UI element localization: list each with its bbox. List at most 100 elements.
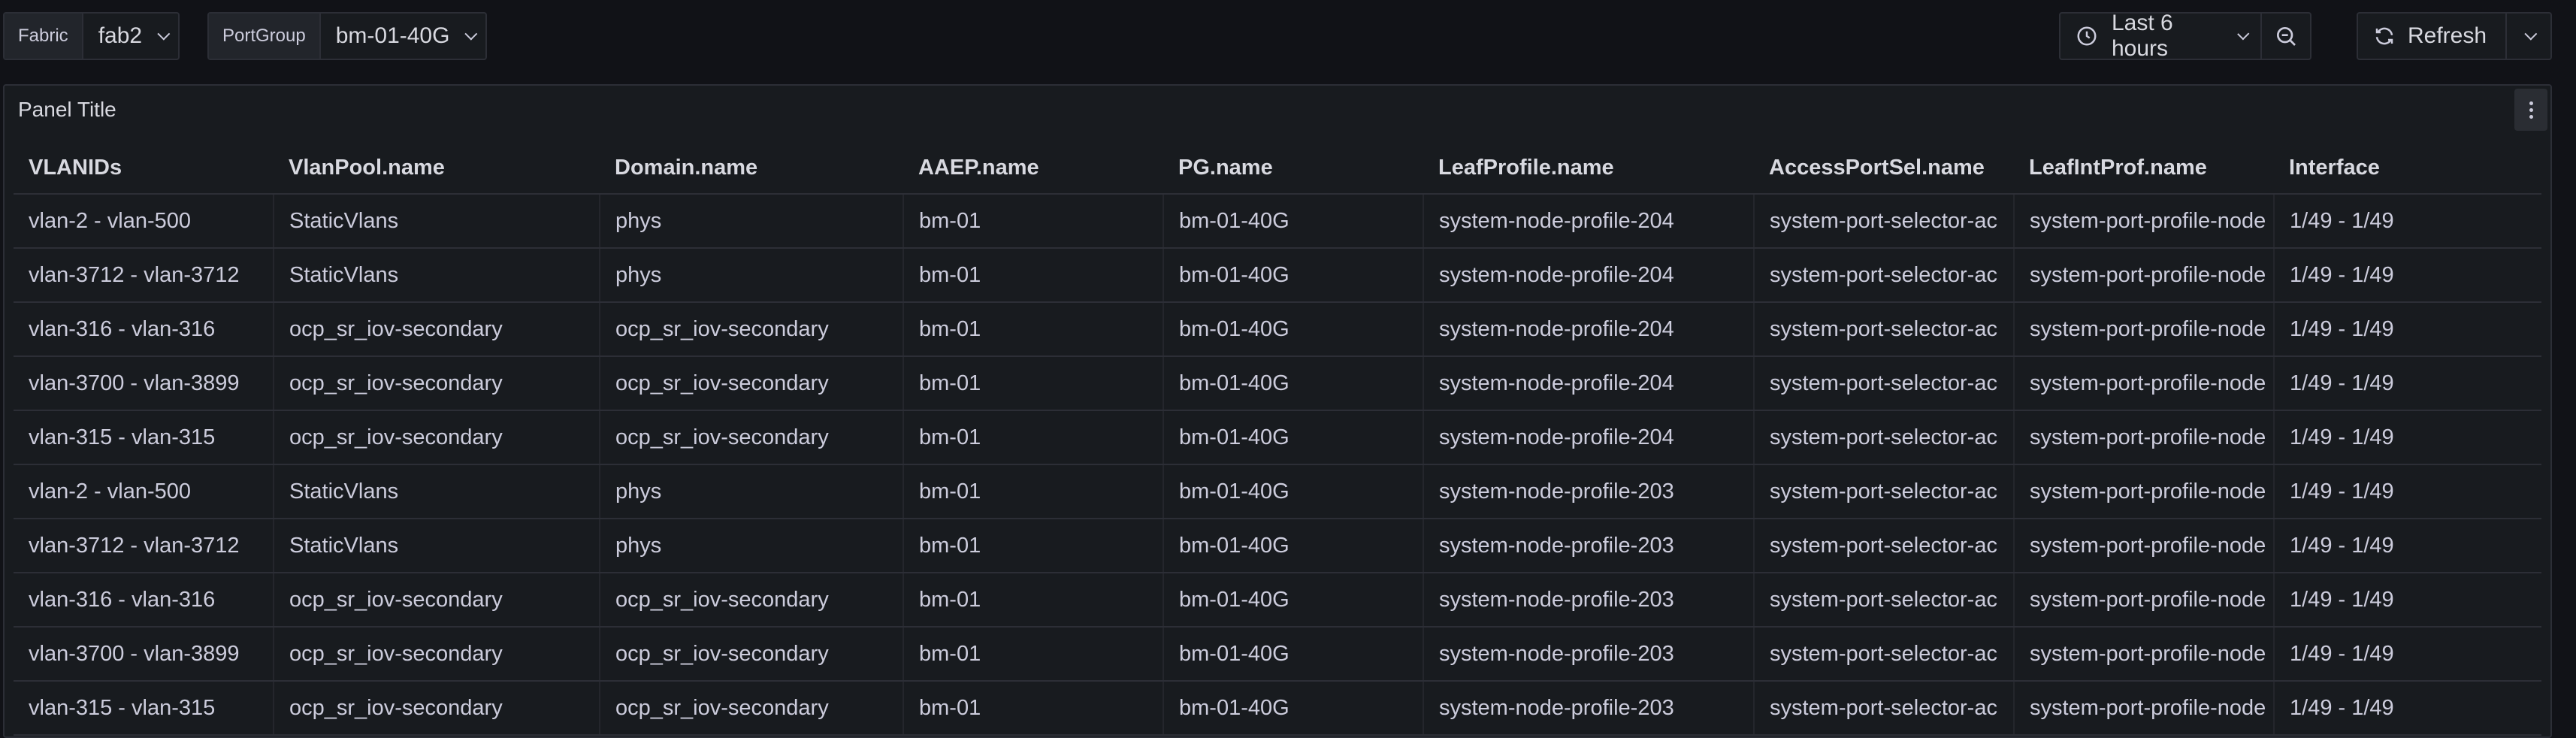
table-cell: ocp_sr_iov-secondary — [599, 410, 903, 465]
table-cell: vlan-3712 - vlan-3712 — [14, 519, 274, 573]
table-cell: vlan-3700 - vlan-3899 — [14, 627, 274, 682]
table-cell: StaticVlans — [273, 464, 600, 519]
table-cell: vlan-316 - vlan-316 — [14, 573, 274, 628]
table-cell: ocp_sr_iov-secondary — [599, 573, 903, 628]
table-row: vlan-2 - vlan-500 StaticVlans phys bm-01 bm-… — [14, 194, 2541, 249]
table-cell: ocp_sr_iov-secondary — [273, 302, 600, 357]
variable-fabric-label: Fabric — [5, 14, 83, 59]
table-cell: system-port-selector-ac — [1753, 573, 2014, 628]
table-cell: system-node-profile-203 — [1423, 464, 1754, 519]
table-cell: system-port-selector-ac — [1753, 681, 2014, 736]
table-cell: bm-01-40G — [1163, 464, 1423, 519]
table-cell: bm-01-40G — [1163, 681, 1423, 736]
table-cell: system-node-profile-204 — [1423, 356, 1754, 411]
table-cell: ocp_sr_iov-secondary — [599, 356, 903, 411]
chevron-down-icon — [157, 27, 171, 41]
table-row: vlan-316 - vlan-316 ocp_sr_iov-secondary o… — [14, 302, 2541, 357]
table-cell: 1/49 - 1/49 — [2273, 302, 2541, 357]
table-row: vlan-315 - vlan-315 ocp_sr_iov-secondary o… — [14, 681, 2541, 736]
refresh-interval-button[interactable] — [2505, 14, 2550, 59]
variable-fabric-value: fab2 — [98, 23, 143, 48]
variable-portgroup-select[interactable]: bm-01-40G — [321, 14, 486, 59]
table-cell: phys — [599, 194, 903, 249]
time-range-label: Last 6 hours — [2112, 11, 2173, 61]
table-cell: 1/49 - 1/49 — [2273, 464, 2541, 519]
table-cell: vlan-315 - vlan-315 — [14, 410, 274, 465]
column-header[interactable]: VLANIDs — [14, 143, 274, 195]
zoom-out-button[interactable] — [2260, 14, 2310, 59]
table-cell: vlan-3712 - vlan-3712 — [14, 248, 274, 303]
table-cell: 1/49 - 1/49 — [2273, 519, 2541, 573]
table-cell: system-node-profile-203 — [1423, 681, 1754, 736]
column-header[interactable]: VlanPool.name — [274, 143, 600, 195]
table-cell: 1/49 - 1/49 — [2273, 573, 2541, 628]
table-cell: 1/49 - 1/49 — [2273, 194, 2541, 249]
column-header[interactable]: LeafProfile.name — [1423, 143, 1754, 195]
zoom-out-icon — [2274, 24, 2298, 48]
table-cell: bm-01 — [903, 681, 1163, 736]
table-cell: bm-01-40G — [1163, 356, 1423, 411]
table-cell: bm-01-40G — [1163, 194, 1423, 249]
table-cell: vlan-315 - vlan-315 — [14, 681, 274, 736]
clock-icon — [2076, 25, 2098, 47]
column-header[interactable]: Interface — [2274, 143, 2541, 195]
table-cell: vlan-316 - vlan-316 — [14, 302, 274, 357]
more-vertical-icon — [2529, 100, 2533, 120]
table-cell: bm-01-40G — [1163, 519, 1423, 573]
table-cell: bm-01 — [903, 519, 1163, 573]
table-cell: bm-01 — [903, 248, 1163, 303]
table-body: vlan-2 - vlan-500 StaticVlans phys bm-01 bm-… — [14, 194, 2541, 736]
variable-fabric-select[interactable]: fab2 — [83, 14, 178, 59]
table-cell: 1/49 - 1/49 — [2273, 248, 2541, 303]
column-header[interactable]: Domain.name — [600, 143, 903, 195]
table-cell: system-port-profile-node — [2013, 519, 2274, 573]
table-cell: system-node-profile-204 — [1423, 410, 1754, 465]
column-header[interactable]: AAEP.name — [903, 143, 1163, 195]
time-picker-group: Last 6 hours — [2059, 11, 2311, 61]
chevron-down-icon — [2237, 28, 2250, 41]
variable-portgroup: PortGroup bm-01-40G — [207, 12, 488, 60]
table-cell: system-port-profile-node — [2013, 464, 2274, 519]
table-cell: phys — [599, 248, 903, 303]
table-cell: system-port-profile-node — [2013, 356, 2274, 411]
table-cell: system-port-profile-node — [2013, 573, 2274, 628]
table-cell: phys — [599, 464, 903, 519]
table-cell: system-port-profile-node — [2013, 302, 2274, 357]
table-cell: vlan-3700 - vlan-3899 — [14, 356, 274, 411]
table-cell: ocp_sr_iov-secondary — [599, 681, 903, 736]
table-cell: bm-01 — [903, 464, 1163, 519]
table-cell: bm-01-40G — [1163, 410, 1423, 465]
table-panel: Panel Title VLANIDs VlanPool.name Domain… — [3, 84, 2552, 738]
table-cell: system-port-selector-ac — [1753, 627, 2014, 682]
table-row: vlan-3700 - vlan-3899 ocp_sr_iov-secondar… — [14, 356, 2541, 411]
table-cell: bm-01 — [903, 627, 1163, 682]
table-cell: 1/49 - 1/49 — [2273, 356, 2541, 411]
refresh-button[interactable]: Refresh — [2358, 14, 2505, 59]
variable-portgroup-label: PortGroup — [209, 14, 321, 59]
table-cell: ocp_sr_iov-secondary — [273, 681, 600, 736]
table-cell: system-port-profile-node — [2013, 681, 2274, 736]
table-cell: system-port-selector-ac — [1753, 464, 2014, 519]
table-row: vlan-3700 - vlan-3899 ocp_sr_iov-secondar… — [14, 627, 2541, 682]
chevron-down-icon — [464, 27, 478, 41]
table-cell: ocp_sr_iov-secondary — [273, 573, 600, 628]
refresh-label: Refresh — [2408, 23, 2487, 48]
column-header[interactable]: PG.name — [1163, 143, 1423, 195]
table-cell: system-port-selector-ac — [1753, 248, 2014, 303]
table-cell: system-port-selector-ac — [1753, 194, 2014, 249]
table-cell: system-node-profile-203 — [1423, 573, 1754, 628]
table-cell: system-port-selector-ac — [1753, 302, 2014, 357]
refresh-group: Refresh — [2357, 12, 2552, 60]
time-range-button[interactable]: Last 6 hours — [2060, 11, 2260, 61]
table-cell: bm-01-40G — [1163, 573, 1423, 628]
panel-menu-button[interactable] — [2514, 89, 2547, 131]
table-cell: bm-01 — [903, 194, 1163, 249]
table-cell: system-node-profile-204 — [1423, 194, 1754, 249]
table-row: vlan-3712 - vlan-3712 StaticVlans phys bm-0… — [14, 519, 2541, 573]
table-cell: 1/49 - 1/49 — [2273, 681, 2541, 736]
table-cell: system-port-selector-ac — [1753, 519, 2014, 573]
column-header[interactable]: AccessPortSel.name — [1754, 143, 2014, 195]
data-table: VLANIDs VlanPool.name Domain.name AAEP.n… — [14, 143, 2541, 736]
table-cell: phys — [599, 519, 903, 573]
column-header[interactable]: LeafIntProf.name — [2014, 143, 2274, 195]
